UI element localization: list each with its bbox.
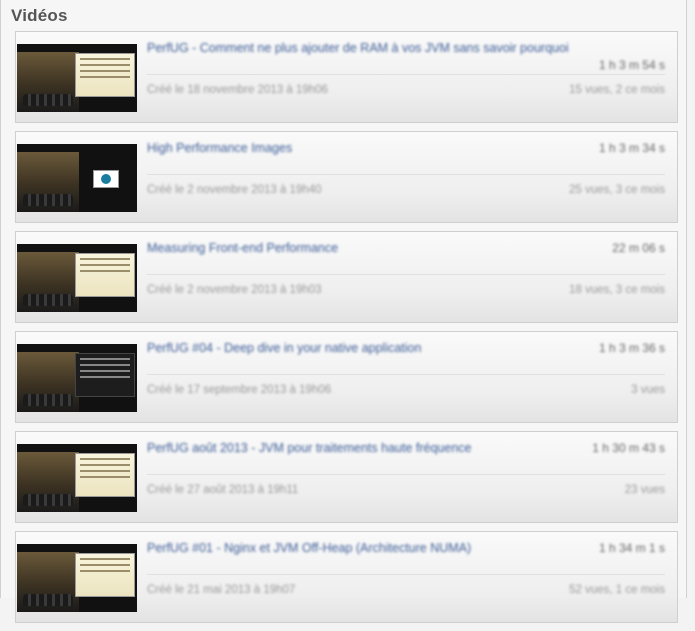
divider <box>147 374 665 375</box>
video-view-count: 18 vues, 3 ce mois <box>569 284 665 296</box>
video-duration: 1 h 34 m 1 s <box>598 541 665 555</box>
video-thumbnail[interactable] <box>17 544 137 612</box>
video-view-count: 23 vues <box>624 484 665 496</box>
divider <box>147 174 665 175</box>
video-card[interactable]: PerfUG #04 - Deep dive in your native ap… <box>15 331 678 423</box>
video-view-count: 52 vues, 1 ce mois <box>569 584 665 596</box>
video-view-count: 3 vues <box>631 384 665 396</box>
video-title-link[interactable]: High Performance Images <box>147 141 292 155</box>
panel-title: Vidéos <box>11 6 68 25</box>
video-duration: 1 h 3 m 34 s <box>598 141 665 155</box>
video-thumbnail[interactable] <box>17 244 137 312</box>
video-created-date: Créé le 18 novembre 2013 à 19h06 <box>147 84 328 96</box>
video-card[interactable]: High Performance Images 1 h 3 m 34 s Cré… <box>15 131 678 223</box>
video-title-link[interactable]: PerfUG #04 - Deep dive in your native ap… <box>147 341 421 355</box>
divider <box>147 474 665 475</box>
video-view-count: 25 vues, 3 ce mois <box>569 184 665 196</box>
video-created-date: Créé le 2 novembre 2013 à 19h40 <box>147 184 322 196</box>
video-created-date: Créé le 27 août 2013 à 19h11 <box>147 484 299 496</box>
video-title-link[interactable]: PerfUG - Comment ne plus ajouter de RAM … <box>147 41 569 55</box>
divider <box>147 574 665 575</box>
video-card[interactable]: PerfUG août 2013 - JVM pour traitements … <box>15 431 678 523</box>
video-title-link[interactable]: Measuring Front-end Performance <box>147 241 338 255</box>
video-thumbnail[interactable] <box>17 144 137 212</box>
video-title-link[interactable]: PerfUG août 2013 - JVM pour traitements … <box>147 441 471 455</box>
video-duration: 1 h 30 m 43 s <box>592 441 665 455</box>
video-thumbnail[interactable] <box>17 44 137 112</box>
video-view-count: 15 vues, 2 ce mois <box>569 84 665 96</box>
video-thumbnail[interactable] <box>17 344 137 412</box>
video-card[interactable]: PerfUG #01 - Nginx et JVM Off-Heap (Arch… <box>15 531 678 623</box>
video-thumbnail[interactable] <box>17 444 137 512</box>
video-card[interactable]: PerfUG - Comment ne plus ajouter de RAM … <box>15 31 678 123</box>
video-duration: 1 h 3 m 54 s <box>598 58 665 72</box>
video-list: PerfUG - Comment ne plus ajouter de RAM … <box>15 31 678 631</box>
video-card[interactable]: Measuring Front-end Performance 22 m 06 … <box>15 231 678 323</box>
video-created-date: Créé le 2 novembre 2013 à 19h03 <box>147 284 322 296</box>
divider <box>147 74 665 75</box>
video-duration: 22 m 06 s <box>612 241 665 255</box>
video-created-date: Créé le 17 septembre 2013 à 19h06 <box>147 384 332 396</box>
video-duration: 1 h 3 m 36 s <box>598 341 665 355</box>
video-title-link[interactable]: PerfUG #01 - Nginx et JVM Off-Heap (Arch… <box>147 541 471 555</box>
divider <box>147 274 665 275</box>
videos-panel: Vidéos PerfUG - Comment ne plus ajouter … <box>0 0 687 623</box>
video-created-date: Créé le 21 mai 2013 à 19h07 <box>147 584 296 596</box>
